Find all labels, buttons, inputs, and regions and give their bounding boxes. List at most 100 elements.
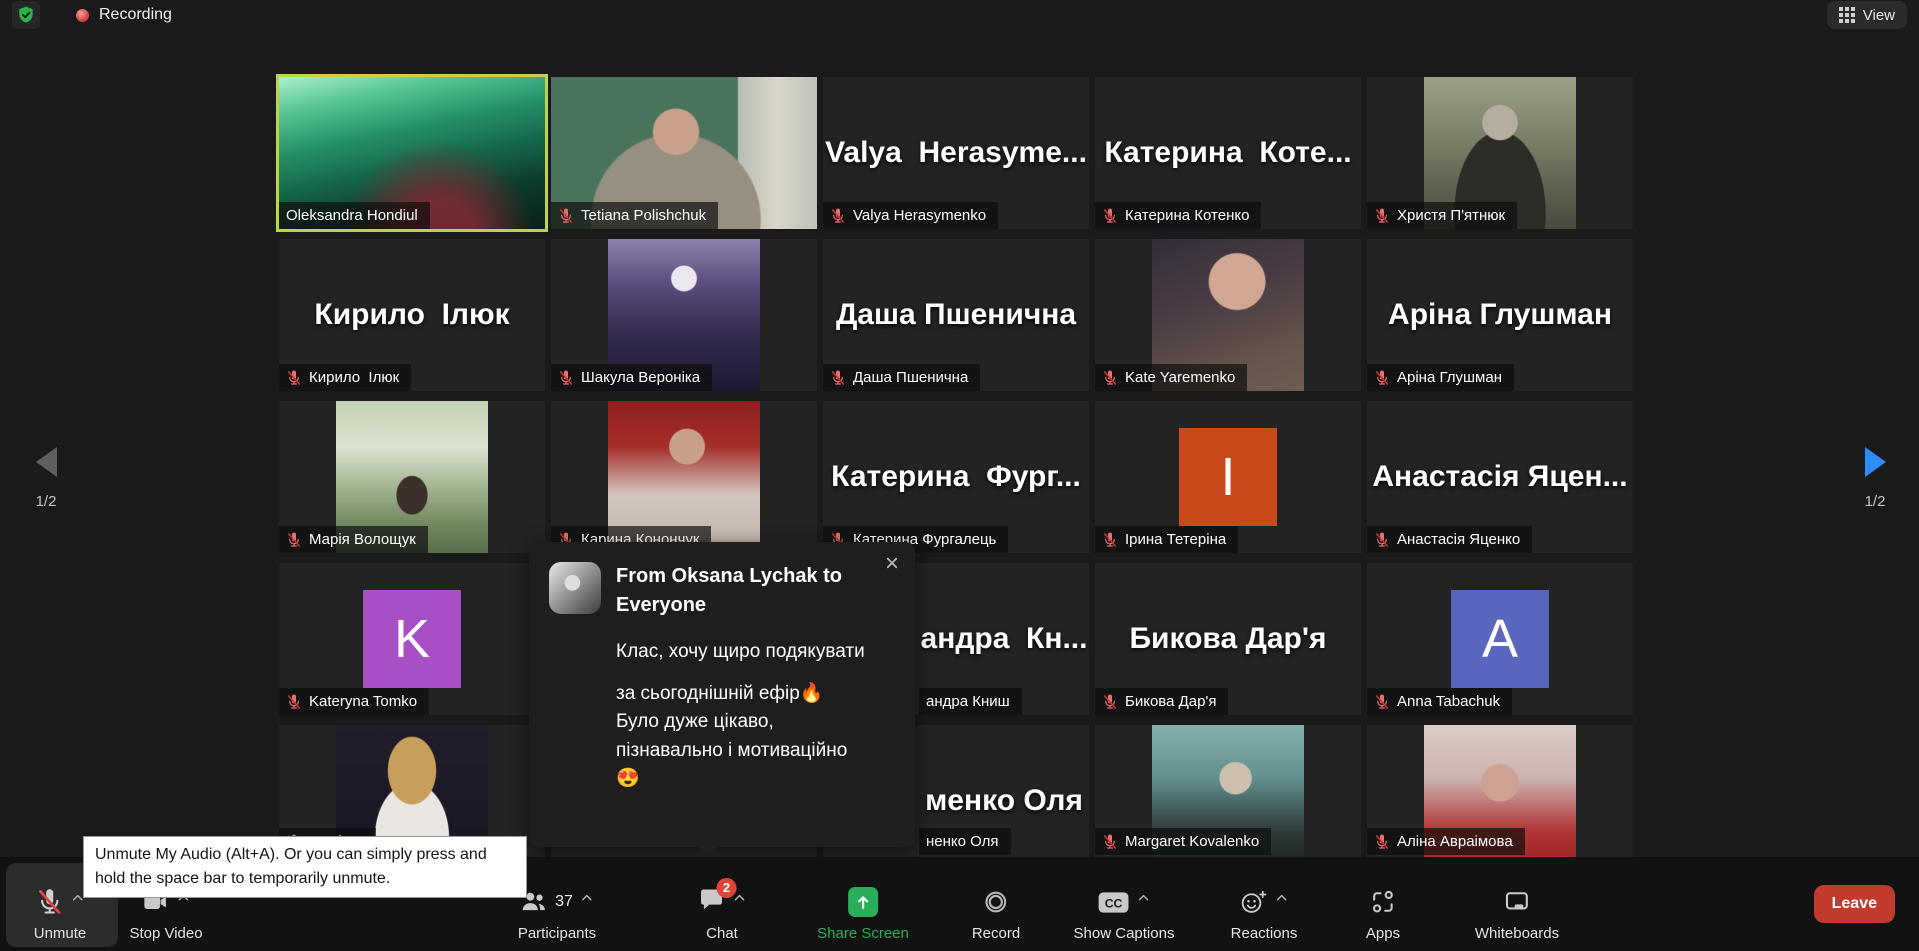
muted-mic-icon <box>1374 208 1390 224</box>
participant-tile[interactable]: Аріна Глушман Аріна Глушман <box>1367 239 1633 391</box>
participant-name-label: Tetiana Polishchuk <box>551 202 718 229</box>
participant-tile[interactable]: I Ірина Тетеріна <box>1095 401 1361 553</box>
participant-name-label: Марія Волощук <box>279 526 428 553</box>
participant-tile[interactable]: Oleksandra Hondiul <box>279 77 545 229</box>
muted-mic-icon <box>1102 694 1118 710</box>
participant-name-label: Valya Herasymenko <box>823 202 998 229</box>
share-screen-button[interactable]: Share Screen <box>817 857 909 951</box>
participant-name-text: Kateryna Tomko <box>309 693 417 710</box>
participant-name-text: Шакула Вероніка <box>581 369 700 386</box>
participant-tile[interactable]: Катерина Фург... Катерина Фургалець <box>823 401 1089 553</box>
participant-name-text: Margaret Kovalenko <box>1125 833 1259 850</box>
top-bar: Recording View <box>0 0 1919 30</box>
participant-tile[interactable]: Анастасія Яцен... Анастасія Яценко <box>1367 401 1633 553</box>
view-button[interactable]: View <box>1827 1 1907 29</box>
captions-icon: CC <box>1098 888 1130 916</box>
participant-tile[interactable]: Бикова Дар'я Бикова Дар'я <box>1095 563 1361 715</box>
chat-popup-title: From Oksana Lychak to Everyone <box>616 562 866 620</box>
participant-tile[interactable]: Катерина Коте... Катерина Котенко <box>1095 77 1361 229</box>
record-icon <box>982 888 1010 916</box>
zoom-meeting-window: Recording View Oleksandra Hondiul <box>0 0 1919 951</box>
muted-mic-icon <box>1374 834 1390 850</box>
close-icon[interactable]: × <box>885 552 899 576</box>
chevron-up-icon[interactable] <box>1137 891 1151 905</box>
participant-tile[interactable]: Христя П'ятнюк <box>1367 77 1633 229</box>
participant-tile[interactable]: Даша Пшенична Даша Пшенична <box>823 239 1089 391</box>
participant-name-text: Anna Tabachuk <box>1397 693 1500 710</box>
participant-tile[interactable]: Кирило Ілюк Кирило Ілюк <box>279 239 545 391</box>
participant-name-label: Даша Пшенична <box>823 364 980 391</box>
muted-mic-icon <box>1102 370 1118 386</box>
participant-name-text: ненко Оля <box>926 833 999 850</box>
participant-name-label: Аліна Авраімова <box>1367 828 1525 855</box>
apps-label: Apps <box>1366 925 1400 942</box>
participants-button[interactable]: 37 Participants <box>518 857 596 951</box>
muted-mic-icon <box>1102 532 1118 548</box>
participant-name-text: Ірина Тетеріна <box>1125 531 1226 548</box>
participants-label: Participants <box>518 925 596 942</box>
view-label: View <box>1863 7 1895 24</box>
muted-mic-icon <box>286 694 302 710</box>
participant-name-text: Катерина Котенко <box>1125 207 1249 224</box>
apps-button[interactable]: Apps <box>1366 857 1400 951</box>
share-screen-label: Share Screen <box>817 925 909 942</box>
chat-notification-popup[interactable]: × From Oksana Lychak to Everyone Клас, х… <box>529 542 915 847</box>
grid-view-icon <box>1839 7 1855 23</box>
chat-button[interactable]: 2 Chat <box>698 857 747 951</box>
participant-tile[interactable]: K Kateryna Tomko <box>279 563 545 715</box>
show-captions-label: Show Captions <box>1074 925 1175 942</box>
muted-mic-icon <box>1102 208 1118 224</box>
apps-icon <box>1369 888 1397 916</box>
share-screen-icon <box>848 887 878 917</box>
stop-video-label: Stop Video <box>129 925 202 942</box>
gallery-prev-button[interactable]: 1/2 <box>24 447 68 510</box>
participant-tile[interactable]: Карина Конончук <box>551 401 817 553</box>
chat-popup-body: Клас, хочу щиро подякувати за сьогоднішн… <box>616 638 895 794</box>
next-arrow-icon <box>1865 447 1886 477</box>
participant-tile[interactable]: Margaret Kovalenko <box>1095 725 1361 877</box>
sender-avatar <box>549 562 601 614</box>
gallery-next-button[interactable]: 1/2 <box>1853 447 1897 510</box>
unmute-button[interactable]: Unmute <box>34 857 87 951</box>
participant-tile[interactable]: Valya Herasyme... Valya Herasymenko <box>823 77 1089 229</box>
participant-name-text: Kate Yaremenko <box>1125 369 1235 386</box>
muted-mic-icon <box>558 208 574 224</box>
participant-name-text: Марія Волощук <box>309 531 416 548</box>
show-captions-button[interactable]: CC Show Captions <box>1074 857 1175 951</box>
participant-name-label: Катерина Котенко <box>1095 202 1261 229</box>
participant-tile[interactable]: Tetiana Polishchuk <box>551 77 817 229</box>
participant-avatar: K <box>363 590 461 688</box>
muted-mic-icon <box>286 532 302 548</box>
security-shield-button[interactable] <box>12 1 40 29</box>
participant-avatar: I <box>1179 428 1277 526</box>
participant-name-text: андра Книш <box>926 693 1010 710</box>
participant-tile[interactable]: Аліна Авраімова <box>1367 725 1633 877</box>
muted-mic-icon <box>830 208 846 224</box>
participant-avatar: A <box>1451 590 1549 688</box>
participant-name-label: Аріна Глушман <box>1367 364 1514 391</box>
participant-tile[interactable]: Kate Yaremenko <box>1095 239 1361 391</box>
muted-mic-icon <box>1374 370 1390 386</box>
participant-name-text: Аліна Авраімова <box>1397 833 1513 850</box>
muted-mic-icon <box>1374 694 1390 710</box>
participant-name-text: Valya Herasymenko <box>853 207 986 224</box>
participant-name-label: Анастасія Яценко <box>1367 526 1532 553</box>
reactions-button[interactable]: Reactions <box>1231 857 1298 951</box>
participant-name-text: Даша Пшенична <box>853 369 968 386</box>
participant-name-text: Tetiana Polishchuk <box>581 207 706 224</box>
record-label: Record <box>972 925 1020 942</box>
chat-message: за сьогоднішній ефір🔥 Було дуже цікаво, … <box>616 680 895 794</box>
whiteboards-button[interactable]: Whiteboards <box>1475 857 1559 951</box>
svg-text:CC: CC <box>1105 896 1123 910</box>
participant-name-label: Anna Tabachuk <box>1367 688 1512 715</box>
chevron-up-icon[interactable] <box>1274 891 1288 905</box>
participant-tile[interactable]: A Anna Tabachuk <box>1367 563 1633 715</box>
participants-count: 37 <box>555 893 573 911</box>
participant-tile[interactable]: Шакула Вероніка <box>551 239 817 391</box>
muted-mic-icon <box>830 370 846 386</box>
leave-button[interactable]: Leave <box>1814 885 1895 923</box>
chevron-up-icon[interactable] <box>580 891 594 905</box>
record-button[interactable]: Record <box>972 857 1020 951</box>
participant-tile[interactable]: Марія Волощук <box>279 401 545 553</box>
participant-name-label: ненко Оля <box>919 828 1011 855</box>
